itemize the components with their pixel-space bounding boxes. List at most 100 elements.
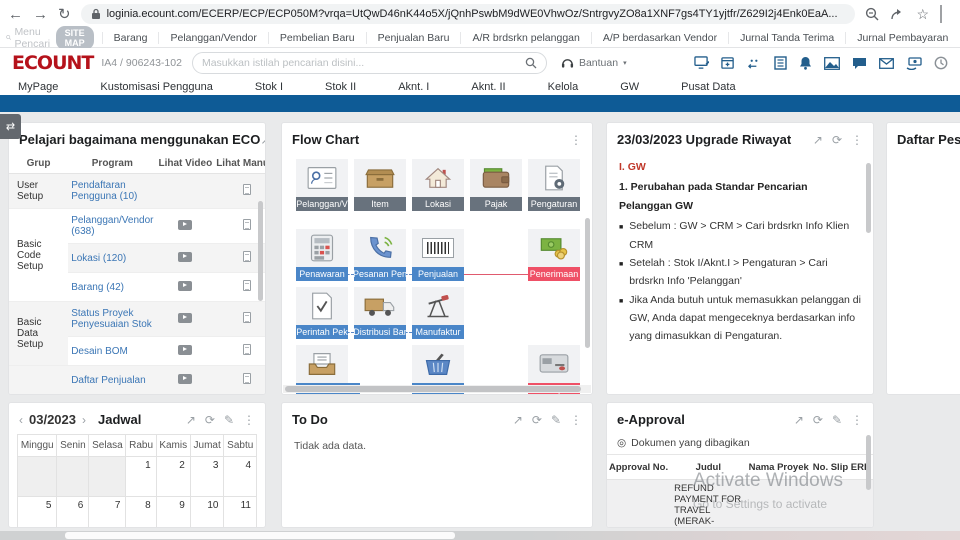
zoom-icon[interactable] [865,7,879,21]
approval-judul[interactable]: REFUND PAYMENT FOR TRAVEL (MERAK- PANDEG… [670,479,747,527]
program-link[interactable]: Lokasi (120) [68,243,157,273]
browser-profile-icon[interactable] [940,5,952,23]
bell-icon[interactable] [799,56,812,70]
nav-aknt-2[interactable]: Aknt. II [471,81,505,93]
flow-node-penerimaan[interactable]: Penerimaan [528,229,580,281]
kebab-menu-icon[interactable]: ⋮ [851,134,863,146]
kebab-menu-icon[interactable]: ⋮ [570,414,582,426]
calendar-cell[interactable]: 1 [125,456,157,497]
edit-icon[interactable]: ✎ [551,414,561,426]
program-link[interactable]: Pendaftaran Pengguna (10) [68,173,157,209]
program-link[interactable]: Barang (42) [68,272,157,302]
nav-kelola[interactable]: Kelola [548,81,579,93]
flow-node-pelanggan[interactable]: Pelanggan/V [296,159,348,211]
calendar-cell[interactable]: 8 [125,496,157,527]
refresh-icon[interactable]: ⟳ [813,414,823,426]
share-icon[interactable] [890,7,905,21]
nav-aknt-1[interactable]: Aknt. I [398,81,429,93]
hscrollbar-thumb[interactable] [285,386,581,392]
nav-gw[interactable]: GW [620,81,639,93]
page-hscrollbar[interactable] [0,531,960,540]
quickmenu-item-ar[interactable]: A/R brdsrkn pelanggan [460,31,590,44]
browser-reload-icon[interactable]: ↻ [58,5,71,23]
refresh-icon[interactable]: ⟳ [832,134,842,146]
program-link[interactable]: Pelanggan/Vendor (638) [68,208,157,244]
edit-icon[interactable]: ✎ [832,414,842,426]
flow-node-item[interactable]: Item [354,159,406,211]
calendar-cell[interactable]: 7 [88,496,127,527]
manual-icon[interactable] [242,184,251,195]
nav-stok-2[interactable]: Stok II [325,81,356,93]
history-clock-icon[interactable] [934,56,948,70]
bookmark-star-icon[interactable]: ☆ [916,6,929,23]
next-month-icon[interactable]: › [82,413,86,427]
prev-month-icon[interactable]: ‹ [19,413,23,427]
menu-search[interactable]: Menu Pencari [6,26,54,50]
kebab-menu-icon[interactable]: ⋮ [570,134,582,146]
nav-stok-1[interactable]: Stok I [255,81,283,93]
calendar-cell[interactable] [16,456,58,497]
expense-hand-icon[interactable] [906,56,922,70]
manual-icon[interactable] [242,373,251,384]
calendar-add-icon[interactable] [721,56,735,70]
quickmenu-item-pembelian-baru[interactable]: Pembelian Baru [267,31,366,44]
quickmenu-item-ap[interactable]: A/P berdasarkan Vendor [590,31,728,44]
flow-node-penjualan[interactable]: Penjualan [412,229,464,281]
scrollbar-thumb[interactable] [258,201,263,301]
shared-doc-label[interactable]: Dokumen yang dibagikan [631,437,750,449]
search-icon[interactable] [525,57,537,69]
mail-icon[interactable] [879,57,894,69]
browser-back-icon[interactable]: ← [8,6,23,23]
video-icon[interactable] [178,344,193,355]
global-search[interactable] [191,52,547,74]
refresh-icon[interactable]: ⟳ [205,414,215,426]
flow-node-pesanan-penjualan[interactable]: Pesanan Pen [354,229,406,281]
ecount-logo[interactable]: ECOUNT [12,52,94,74]
chat-icon[interactable] [852,57,867,70]
quickmenu-item-pelanggan-vendor[interactable]: Pelanggan/Vendor [158,31,267,44]
scrollbar-thumb[interactable] [866,163,871,233]
browser-forward-icon[interactable]: → [33,6,48,23]
video-icon[interactable] [178,219,193,230]
refresh-icon[interactable]: ⟳ [532,414,542,426]
quickmenu-item-jurnal-tanda-terima[interactable]: Jurnal Tanda Terima [728,31,845,44]
table-row[interactable]: 2023/03/24- REFUND PAYMENT FOR TRAVEL (M… [607,479,873,527]
flow-node-manufaktur[interactable]: Manufaktur [412,287,464,339]
scrollbar-thumb[interactable] [866,435,871,490]
video-icon[interactable] [178,280,193,291]
open-external-icon[interactable]: ↗ [813,134,823,146]
calendar-cell[interactable]: 5 [16,496,58,527]
photo-icon[interactable] [824,56,840,70]
manual-icon[interactable] [242,251,251,262]
video-icon[interactable] [178,373,193,384]
manual-icon[interactable] [242,344,251,355]
calendar-cell[interactable]: 11 [223,496,257,527]
manual-icon[interactable] [242,280,251,291]
quickmenu-item-jurnal-pembayaran[interactable]: Jurnal Pembayaran [845,31,959,44]
manual-icon[interactable] [242,219,251,230]
manual-icon[interactable] [242,312,251,323]
calendar-cell[interactable]: 6 [56,496,90,527]
kebab-menu-icon[interactable]: ⋮ [851,414,863,426]
monitor-edit-icon[interactable] [694,56,709,70]
hscrollbar-track[interactable] [283,385,591,393]
open-external-icon[interactable]: ↗ [186,414,196,426]
clock-in-out-icon[interactable] [747,57,762,70]
quickmenu-item-barang[interactable]: Barang [101,31,159,44]
sitemap-badge[interactable]: SITE MAP [55,25,94,50]
flow-node-lokasi[interactable]: Lokasi [412,159,464,211]
calendar-cell[interactable]: 10 [189,496,225,527]
global-search-input[interactable] [201,57,519,69]
video-icon[interactable] [178,312,193,323]
flow-node-penawaran[interactable]: Penawaran [296,229,348,281]
open-external-icon[interactable]: ↗ [260,134,265,146]
flow-node-perintah-kerja[interactable]: Perintah Pek [296,287,348,339]
flow-node-distribusi[interactable]: Distribusi Bar [354,287,406,339]
nav-kustomisasi-pengguna[interactable]: Kustomisasi Pengguna [100,81,213,93]
kebab-menu-icon[interactable]: ⋮ [243,414,255,426]
program-link[interactable]: Daftar Pembelian [68,395,156,396]
nav-pusat-data[interactable]: Pusat Data [681,81,735,93]
calendar-cell[interactable]: 2 [155,456,191,497]
address-bar[interactable]: loginia.ecount.com/ECERP/ECP/ECP050M?vrq… [80,4,856,24]
calendar-cell[interactable] [56,456,90,497]
